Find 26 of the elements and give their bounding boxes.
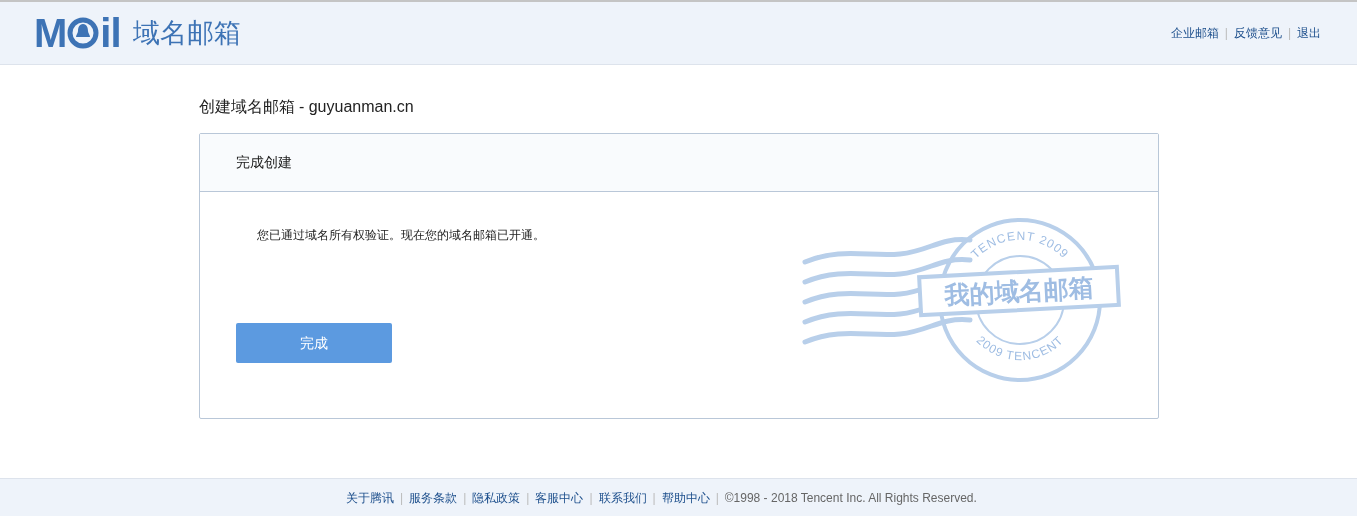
separator: | (463, 489, 467, 507)
footer-link[interactable]: 关于腾讯 (346, 488, 394, 507)
footer-link[interactable]: 客服中心 (535, 488, 584, 507)
footer-link[interactable]: 联系我们 (598, 488, 647, 507)
success-message: 您已通过域名所有权验证。现在您的域名邮箱已开通。 (256, 227, 545, 244)
separator: | (1287, 25, 1291, 42)
page-title: 创建域名邮箱 - guyuanman.cn (198, 97, 415, 117)
product-name: 域名邮箱 (132, 16, 241, 50)
logo-icon (67, 17, 100, 49)
separator: | (526, 489, 530, 507)
logo-text: M (34, 13, 67, 53)
separator: | (715, 489, 719, 507)
separator: | (652, 489, 656, 507)
header-link[interactable]: 企业邮箱 (1170, 24, 1219, 42)
logo-text: il (100, 13, 121, 53)
header-link[interactable]: 退出 (1297, 24, 1321, 42)
footer-link[interactable]: 帮助中心 (661, 488, 710, 507)
footer-link[interactable]: 服务条款 (409, 488, 458, 507)
stamp-label: 我的域名邮箱 (916, 264, 1121, 318)
separator: | (1224, 25, 1228, 42)
separator: | (400, 489, 404, 507)
footer-link[interactable]: 隐私政策 (472, 488, 521, 507)
separator: | (589, 489, 593, 507)
header-link[interactable]: 反馈意见 (1233, 24, 1282, 42)
card-title: 完成创建 (235, 153, 292, 172)
copyright-text: ©1998 - 2018 Tencent Inc. All Rights Reserved. (724, 489, 977, 507)
